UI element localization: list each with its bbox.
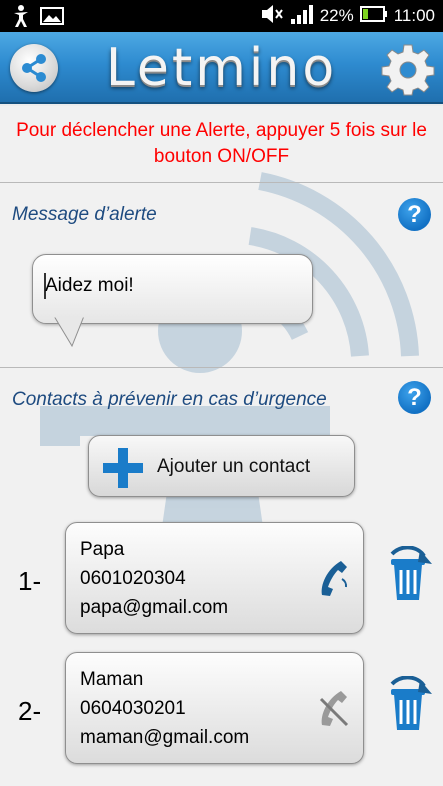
speech-bubble-tail [53, 316, 85, 348]
contact-email: papa@gmail.com [80, 597, 229, 618]
contacts-section-title: Contacts à prévenir en cas d’urgence [12, 389, 327, 410]
trash-icon[interactable] [384, 546, 434, 602]
share-icon [22, 54, 46, 82]
alert-message-text: Aidez moi! [45, 275, 134, 296]
contact-name: Maman [80, 669, 144, 690]
add-contact-label: Ajouter un contact [157, 456, 311, 477]
contact-index: 1- [18, 566, 42, 596]
clock: 11:00 [393, 6, 435, 25]
app-title: Letmino [105, 38, 338, 98]
accessibility-icon [10, 4, 32, 33]
contact-card[interactable]: Papa 0601020304 papa@gmail.com [65, 522, 364, 634]
divider [0, 182, 443, 183]
app-header: Letmino [0, 32, 443, 104]
signal-icon [290, 3, 314, 30]
gear-icon [381, 44, 435, 96]
trash-icon[interactable] [384, 676, 434, 732]
contact-phone: 0604030201 [80, 698, 186, 719]
phone-disabled-icon[interactable] [315, 689, 351, 729]
alert-message-input[interactable]: Aidez moi! [32, 254, 313, 324]
contact-phone: 0601020304 [80, 568, 186, 589]
main-content: Pour déclencher une Alerte, appuyer 5 fo… [0, 106, 443, 786]
contact-index: 2- [18, 696, 42, 726]
alert-instruction: Pour déclencher une Alerte, appuyer 5 fo… [16, 120, 427, 167]
message-section-title: Message d’alerte [12, 204, 157, 225]
message-help-icon[interactable]: ? [398, 198, 431, 231]
image-icon [40, 6, 64, 31]
phone-icon[interactable] [315, 559, 351, 599]
contact-card[interactable]: Maman 0604030201 maman@gmail.com [65, 652, 364, 764]
battery-percent: 22% [319, 6, 354, 25]
contact-name: Papa [80, 539, 125, 560]
status-bar: 22% 11:00 [0, 0, 443, 32]
add-contact-button[interactable]: Ajouter un contact [88, 435, 355, 497]
contact-email: maman@gmail.com [80, 727, 250, 748]
mute-icon [260, 3, 284, 30]
settings-button[interactable] [381, 42, 435, 96]
plus-icon [103, 448, 143, 488]
share-button[interactable] [10, 44, 58, 92]
divider [0, 367, 443, 368]
battery-icon [359, 5, 388, 28]
contacts-help-icon[interactable]: ? [398, 381, 431, 414]
